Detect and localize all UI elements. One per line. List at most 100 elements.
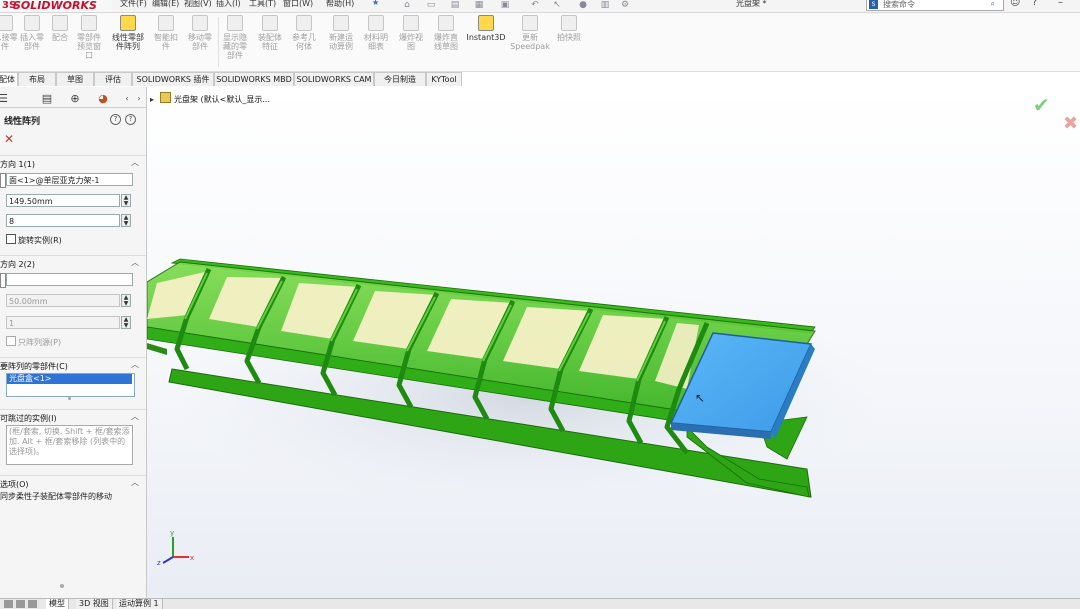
first-tab-icon[interactable] — [4, 600, 13, 608]
spacing-spinner[interactable]: ▲ ▼ — [121, 194, 131, 207]
instances-spinner[interactable]: ▲ ▼ — [121, 316, 131, 329]
confirm-check-icon[interactable]: ✔ — [1033, 93, 1050, 117]
collapse-chevron-icon[interactable]: ︿ — [131, 411, 139, 422]
skip-instances-section-header[interactable]: 可跳过的实例(I) ︿ — [0, 409, 146, 424]
edit-component-icon — [0, 15, 13, 31]
menu-insert[interactable]: 插入(I) — [216, 0, 241, 9]
menu-help[interactable]: 帮助(H) — [326, 0, 354, 9]
tab-solidworks-cam[interactable]: SOLIDWORKS CAM — [294, 72, 374, 86]
spacing-spinner[interactable]: ▲ ▼ — [121, 294, 131, 307]
tab-make-today[interactable]: 今日制造 — [374, 72, 426, 86]
tab-solidworks-addins[interactable]: SOLIDWORKS 插件 — [132, 72, 214, 86]
file-properties-icon[interactable]: ▥ — [600, 0, 610, 10]
collapse-chevron-icon[interactable]: ︿ — [131, 157, 139, 168]
edit-component-button[interactable]: ...接零 件 — [0, 15, 18, 51]
pattern-seed-only-checkbox[interactable]: 只阵列源(P) — [6, 336, 61, 348]
new-motion-study-button[interactable]: 新建运 动算例 — [326, 15, 356, 51]
user-icon[interactable]: ☺ — [1010, 0, 1020, 8]
move-component-button[interactable]: 移动零 部件 — [186, 15, 214, 51]
insert-component-button[interactable]: 插入零 部件 — [18, 15, 46, 51]
home-icon[interactable]: ⌂ — [402, 0, 412, 10]
property-manager-icon[interactable]: ▤ — [36, 92, 58, 106]
take-snapshot-button[interactable]: 拍快照 — [552, 15, 586, 42]
direction1-section-header[interactable]: 方向 1(1) ︿ — [0, 155, 146, 170]
collapse-chevron-icon[interactable]: ︿ — [131, 257, 139, 268]
tab-evaluate[interactable]: 评估 — [94, 72, 132, 86]
instances-spinner[interactable]: ▲ ▼ — [121, 214, 131, 227]
tab-solidworks-mbd[interactable]: SOLIDWORKS MBD — [214, 72, 294, 86]
configuration-manager-icon[interactable]: ⊕ — [64, 92, 86, 106]
assembly-features-button[interactable]: 装配体 特征 — [256, 15, 284, 51]
tab-layout[interactable]: 布局 — [18, 72, 56, 86]
selected-component-item[interactable]: 光盘盒<1> — [7, 374, 132, 384]
undo-icon[interactable]: ↶ — [530, 0, 540, 10]
linear-component-pattern-button[interactable]: 线性零部 件阵列 — [108, 15, 148, 51]
new-document-icon[interactable]: ▭ — [426, 0, 436, 10]
direction2-instances-input[interactable]: 1 — [6, 316, 120, 329]
tab-kytool[interactable]: KYTool — [426, 72, 462, 86]
section-title: 要阵列的零部件(C) — [0, 362, 68, 371]
appearance-icon[interactable]: ◕ — [92, 92, 114, 106]
minimize-icon[interactable]: – — [1058, 0, 1063, 8]
components-list[interactable]: 光盘盒<1> — [6, 373, 135, 397]
smart-fasteners-button[interactable]: 智能扣 件 — [152, 15, 180, 51]
list-resize-grip[interactable] — [68, 397, 71, 400]
instant3d-button[interactable]: Instant3D — [464, 15, 508, 42]
rotate-instances-checkbox[interactable]: 旋转实例(R) — [6, 234, 62, 246]
tab-sketch[interactable]: 草图 — [56, 72, 94, 86]
direction1-spacing-input[interactable]: 149.50mm — [6, 194, 120, 207]
prev-tab-icon[interactable] — [16, 600, 25, 608]
open-icon[interactable]: ▤ — [450, 0, 460, 10]
print-icon[interactable]: ▣ — [500, 0, 510, 10]
components-section-header[interactable]: 要阵列的零部件(C) ︿ — [0, 357, 146, 372]
options-gear-icon[interactable]: ⚙ — [620, 0, 630, 10]
menu-bar: 3S SOLIDWORKS 文件(F) 编辑(E) 视图(V) 插入(I) 工具… — [0, 0, 1080, 13]
ribbon-label: ...接零 件 — [0, 33, 18, 51]
update-speedpak-button[interactable]: 更新 Speedpak — [510, 15, 550, 51]
exploded-view-button[interactable]: 爆炸视 图 — [396, 15, 426, 51]
reference-triad: y x z — [157, 529, 194, 567]
explode-line-sketch-button[interactable]: 爆炸直 线草图 — [430, 15, 462, 51]
bill-of-materials-button[interactable]: 材料明 细表 — [362, 15, 390, 51]
ribbon-label: 装配体 特征 — [258, 33, 282, 51]
rebuild-icon[interactable]: ● — [578, 0, 588, 10]
menu-window[interactable]: 窗口(W) — [283, 0, 313, 9]
direction2-spacing-input[interactable]: 50.00mm — [6, 294, 120, 307]
component-preview-button[interactable]: 零部件 预览窗 口 — [74, 15, 104, 60]
direction1-instances-input[interactable]: 8 — [6, 214, 120, 227]
graphics-area[interactable]: ▸光盘架 (默认<默认_显示... ⌕ ⌕ ⌕ ◪ — [147, 87, 1080, 598]
search-placeholder: 搜索命令 — [883, 0, 915, 9]
mate-button[interactable]: 配合 — [50, 15, 70, 42]
search-source-icon[interactable]: S — [869, 0, 878, 9]
next-tab-icon[interactable] — [28, 600, 37, 608]
select-icon[interactable]: ↖ — [552, 0, 562, 10]
direction2-edge-field[interactable] — [6, 273, 133, 286]
options-section-header[interactable]: 选项(O) ︿ — [0, 475, 146, 490]
help-icon[interactable]: ? — [110, 114, 121, 125]
reference-geometry-button[interactable]: 参考几 何体 — [288, 15, 320, 51]
collapse-chevron-icon[interactable]: ︿ — [131, 359, 139, 370]
show-hidden-components-button[interactable]: 显示隐 藏的零 部件 — [220, 15, 250, 60]
skip-instances-list[interactable]: (框/套索, 切换. Shift + 框/套索添加. Alt + 框/套索移除 … — [6, 425, 133, 465]
menu-file[interactable]: 文件(F) — [120, 0, 147, 9]
search-icon[interactable]: ⌕ — [991, 0, 995, 9]
help-icon[interactable]: ? — [1032, 0, 1037, 8]
panel-resize-grip[interactable] — [60, 584, 64, 588]
search-commands-input[interactable]: S 搜索命令 ⌕ — [866, 0, 1004, 11]
solidworks-logo[interactable]: 3S SOLIDWORKS — [0, 0, 112, 12]
cancel-icon[interactable]: ✕ — [4, 132, 14, 146]
collapse-chevron-icon[interactable]: ︿ — [131, 477, 139, 488]
menu-view[interactable]: 视图(V) — [184, 0, 212, 9]
sync-flexible-subassembly-option[interactable]: 同步柔性子装配体零部件的移动 — [0, 491, 112, 502]
help-icon[interactable]: ? — [125, 114, 136, 125]
tab-assembly[interactable]: 装配体 — [0, 72, 18, 86]
direction1-edge-field[interactable]: 面<1>@单层亚克力架-1 — [6, 173, 133, 186]
cancel-x-icon[interactable]: ✖ — [1063, 113, 1078, 134]
pin-menu-icon[interactable]: ★ — [372, 0, 379, 7]
direction2-section-header[interactable]: 方向 2(2) ︿ — [0, 255, 146, 270]
menu-tools[interactable]: 工具(T) — [249, 0, 276, 9]
3d-model-view[interactable] — [147, 87, 1080, 598]
menu-edit[interactable]: 编辑(E) — [152, 0, 179, 9]
feature-manager-icon[interactable]: ☰ — [0, 92, 14, 106]
save-icon[interactable]: ▦ — [474, 0, 484, 10]
